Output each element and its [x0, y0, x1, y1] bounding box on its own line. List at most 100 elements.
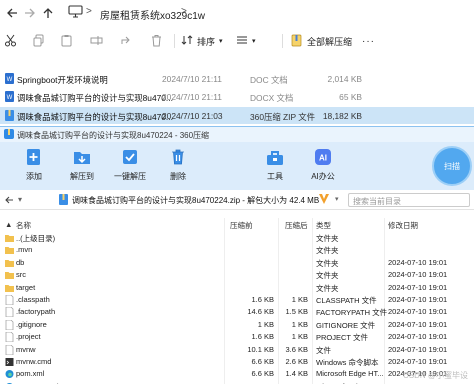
share-button[interactable] — [120, 32, 133, 50]
file-row[interactable]: mvnw 10.1 KB 3.6 KB 文件 2024-07-10 19:01 — [0, 344, 474, 356]
rename-button[interactable] — [90, 32, 103, 50]
file-explorer-window: > 房屋租赁系统xo329c1w > 排序 ▾ ▾ 全部解压缩 ··· W Sp… — [0, 0, 474, 140]
delete-button[interactable] — [150, 32, 163, 50]
folder-icon — [5, 245, 14, 255]
command-bar: 排序 ▾ ▾ 全部解压缩 ··· — [0, 28, 474, 54]
add-button[interactable]: 添加 — [15, 148, 53, 182]
row-compressed-size: 6.6 KB — [251, 369, 274, 379]
row-packed-size: 1 KB — [291, 332, 308, 342]
chevron-down-icon[interactable]: ▾ — [18, 195, 22, 204]
breadcrumb-folder[interactable]: 房屋租赁系统xo329c1w — [100, 7, 205, 22]
row-packed-size: 2.6 KB — [285, 357, 308, 366]
row-compressed-size: 1 KB — [257, 319, 274, 329]
row-modified-date: 2024-07-10 19:01 — [388, 319, 448, 329]
column-headers: ▲ 名称 压缩前 压缩后 类型 修改日期 — [0, 218, 474, 232]
tools-icon — [266, 148, 284, 166]
v-logo-icon[interactable] — [318, 193, 330, 205]
header-modified[interactable]: 修改日期 — [388, 220, 418, 231]
svg-text:W: W — [7, 77, 13, 83]
row-type: 文件夹 — [316, 246, 339, 256]
svg-text:W: W — [7, 95, 13, 101]
folder-row[interactable]: .mvn 文件夹 — [0, 244, 474, 256]
extract-to-label: 解压到 — [70, 172, 94, 181]
extract-all-button[interactable]: 全部解压缩 — [290, 32, 352, 50]
file-name: 调味食品城订购平台的设计与实现8u470... — [17, 112, 173, 122]
folder-row[interactable]: target 文件夹 2024-07-10 19:01 — [0, 282, 474, 294]
one-click-extract-icon — [121, 148, 139, 166]
ai-office-label: AI办公 — [311, 172, 335, 181]
folder-row[interactable]: ..(上级目录) 文件夹 — [0, 232, 474, 244]
file-icon — [5, 294, 14, 306]
header-compressed[interactable]: 压缩前 — [230, 220, 253, 231]
header-packed[interactable]: 压缩后 — [285, 220, 308, 231]
row-type: Windows 命令脚本 — [316, 358, 379, 367]
search-input[interactable]: 搜索当前目录 — [348, 193, 470, 207]
row-compressed-size: 14.6 KB — [247, 307, 274, 317]
file-row[interactable]: W 调味食品城订购平台的设计与实现8u470... 2024/7/10 21:1… — [0, 88, 474, 105]
row-modified-date: 2024-07-10 19:01 — [388, 295, 448, 304]
rename-icon — [90, 34, 103, 49]
file-row[interactable]: mvnw.cmd 6.6 KB 2.6 KB Windows 命令脚本 2024-07-… — [0, 356, 474, 368]
file-row-selected[interactable]: 调味食品城订购平台的设计与实现8u470... 2024/7/10 21:03 … — [0, 107, 474, 124]
tools-button[interactable]: 工具 — [256, 148, 294, 182]
this-pc-monitor-icon[interactable] — [68, 5, 83, 20]
row-packed-size: 1 KB — [291, 295, 308, 304]
row-name: mvnw — [16, 344, 36, 354]
extract-to-button[interactable]: 解压到 — [63, 148, 101, 182]
more-options-button[interactable]: ··· — [362, 32, 375, 50]
word-docx-icon: W — [4, 91, 15, 102]
row-modified-date: 2024-07-10 19:01 — [388, 332, 448, 342]
zip-path-bar: ▾ 调味食品城订购平台的设计与实现8u470224.zip - 解包大小为 42… — [0, 190, 474, 210]
breadcrumb-separator[interactable]: > — [181, 6, 187, 17]
extract-to-icon — [73, 148, 91, 166]
zip-title-bar: 调味食品城订购平台的设计与实现8u470224 - 360压缩 — [0, 127, 474, 142]
file-row[interactable]: .project 1.6 KB 1 KB PROJECT 文件 2024-07-10 1… — [0, 331, 474, 343]
view-button[interactable]: ▾ — [236, 32, 256, 50]
row-type: 文件夹 — [316, 271, 339, 281]
delete-icon — [169, 148, 187, 166]
folder-icon — [5, 283, 14, 293]
file-size: 2,014 KB — [327, 74, 362, 84]
file-icon — [5, 344, 14, 355]
delete-label: 删除 — [170, 172, 186, 181]
row-packed-size: 1 KB — [291, 319, 308, 329]
scissors-icon — [4, 34, 17, 49]
sort-button[interactable]: 排序 ▾ — [181, 32, 223, 50]
sort-label: 排序 — [197, 36, 216, 47]
back-arrow-icon[interactable] — [4, 195, 14, 207]
chevron-down-icon: ▾ — [219, 38, 223, 45]
breadcrumb-separator: > — [86, 6, 92, 17]
header-name[interactable]: 名称 — [16, 220, 31, 231]
header-type[interactable]: 类型 — [316, 220, 331, 231]
file-size: 18,182 KB — [322, 111, 362, 121]
scan-button[interactable]: 扫描 — [432, 146, 472, 186]
row-modified-date: 2024-07-10 19:01 — [388, 257, 448, 267]
up-arrow-icon[interactable] — [40, 5, 56, 21]
file-row[interactable]: .gitignore 1 KB 1 KB GITIGNORE 文件 2024-07-10… — [0, 319, 474, 331]
forward-arrow-icon[interactable] — [22, 5, 38, 21]
paste-button[interactable] — [60, 32, 73, 50]
row-name: .project — [16, 332, 41, 342]
extract-zip-icon — [290, 34, 303, 49]
back-arrow-icon[interactable] — [4, 5, 20, 21]
row-type: Microsoft Edge HT... — [316, 369, 384, 379]
folder-row[interactable]: src 文件夹 2024-07-10 19:01 — [0, 269, 474, 281]
zip-window-title: 调味食品城订购平台的设计与实现8u470224 - 360压缩 — [17, 131, 210, 140]
folder-icon — [5, 270, 14, 280]
file-row[interactable]: .factorypath 14.6 KB 1.5 KB FACTORYPATH 文件 2… — [0, 306, 474, 318]
delete-button[interactable]: 删除 — [159, 148, 197, 182]
one-click-extract-button[interactable]: 一键解压 — [111, 148, 149, 182]
sort-icon — [181, 34, 193, 48]
folder-row[interactable]: db 文件夹 2024-07-10 19:01 — [0, 257, 474, 269]
ai-office-button[interactable]: AI AI办公 — [304, 148, 342, 182]
copy-button[interactable] — [32, 32, 45, 50]
file-row[interactable]: .classpath 1.6 KB 1 KB CLASSPATH 文件 2024-07-… — [0, 294, 474, 306]
file-row[interactable]: W Springboot开发环境说明 2024/7/10 21:11 DOC 文… — [0, 70, 474, 87]
row-name: .mvn — [16, 245, 33, 255]
chevron-down-icon[interactable]: ▾ — [335, 195, 339, 203]
sort-up-icon[interactable]: ▲ — [5, 220, 12, 229]
row-name: mvnw.cmd — [16, 357, 52, 366]
row-modified-date: 2024-07-10 19:01 — [388, 282, 448, 292]
cut-button[interactable] — [4, 32, 17, 50]
row-modified-date: 2024-07-10 19:01 — [388, 344, 448, 354]
